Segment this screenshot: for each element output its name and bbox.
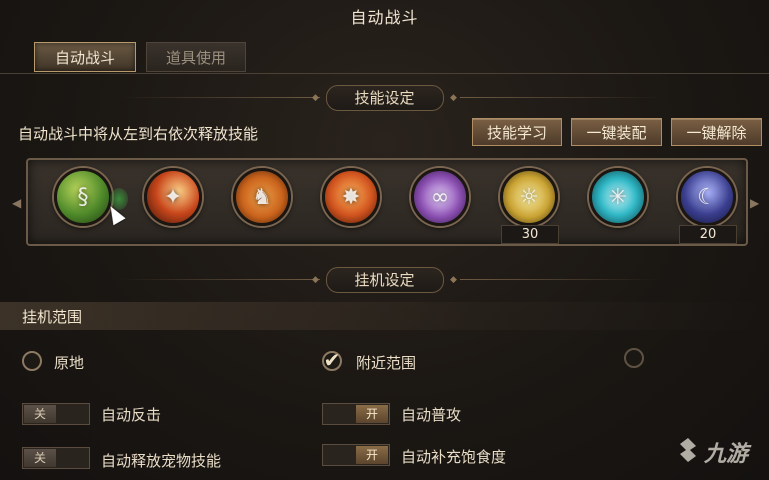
skill-count-badge: 20: [679, 225, 737, 244]
skill-count-badge: 30: [501, 225, 559, 244]
gold-seal-skill-icon: ☼: [519, 184, 539, 210]
fire-slash-skill-icon: ✦: [163, 184, 183, 210]
skill-slot-8[interactable]: ☾: [678, 168, 736, 226]
equip-all-button[interactable]: 一键装配: [571, 118, 662, 146]
toggle-state: 开: [356, 405, 388, 423]
flame-warrior-skill-icon: ♞: [252, 184, 272, 210]
learn-skill-button[interactable]: 技能学习: [472, 118, 562, 146]
skill-slot-4[interactable]: ✸: [322, 168, 380, 226]
skill-slot-6[interactable]: ☼: [500, 168, 558, 226]
auto-food-label: 自动补充饱食度: [401, 448, 507, 466]
toggle-state: 开: [356, 446, 388, 464]
skill-slot-7[interactable]: ✳: [589, 168, 647, 226]
shadow-mage-skill-icon: ☾: [697, 184, 717, 210]
range-stay-label: 原地: [54, 354, 85, 372]
header-line-left: [120, 279, 320, 280]
window-title: 自动战斗: [350, 8, 419, 27]
bar-left-arrow-icon: ◀: [12, 196, 22, 210]
auto-counter-toggle[interactable]: 关: [22, 403, 90, 425]
idle-section-header: ◆ 挂机设定 ◆: [0, 267, 769, 293]
header-line-right: [460, 279, 660, 280]
auto-attack-toggle[interactable]: 开: [322, 403, 390, 425]
ornament-icon: ◆: [312, 275, 319, 285]
skill-slot-2[interactable]: ✦: [144, 168, 202, 226]
tab-item-usage[interactable]: 道具使用: [146, 42, 246, 72]
checkmark-icon: ✔: [323, 348, 341, 372]
chain-magic-skill-icon: ∞: [430, 184, 450, 210]
fire-burst-skill-icon: ✸: [341, 184, 361, 210]
idle-range-title-bar: 挂机范围: [0, 302, 769, 330]
auto-attack-label: 自动普攻: [401, 406, 462, 424]
skill-section-header: ◆ 技能设定 ◆: [0, 85, 769, 111]
tab-divider: [0, 73, 769, 74]
skill-section-title: 技能设定: [325, 85, 444, 111]
idle-section-title: 挂机设定: [325, 267, 444, 293]
skill-slot-5[interactable]: ∞: [411, 168, 469, 226]
range-third-radio[interactable]: [624, 348, 644, 368]
auto-pet-skill-toggle[interactable]: 关: [22, 447, 90, 469]
toggle-state: 关: [24, 449, 56, 467]
ornament-icon: ◆: [450, 275, 457, 285]
header-line-left: [120, 97, 320, 98]
watermark-text: 九游: [704, 442, 749, 467]
skill-slot-3[interactable]: ♞: [233, 168, 291, 226]
ornament-icon: ◆: [312, 93, 319, 103]
tab-auto-battle[interactable]: 自动战斗: [34, 42, 136, 72]
auto-counter-label: 自动反击: [101, 406, 162, 424]
header-line-right: [460, 97, 660, 98]
auto-pet-skill-label: 自动释放宠物技能: [101, 452, 222, 470]
unequip-all-button[interactable]: 一键解除: [671, 118, 762, 146]
ornament-icon: ◆: [450, 93, 457, 103]
auto-food-toggle[interactable]: 开: [322, 444, 390, 466]
jiuyou-logo-icon: [680, 438, 696, 462]
skill-slot-1[interactable]: §: [54, 168, 112, 226]
skill-order-description: 自动战斗中将从左到右依次释放技能: [18, 125, 259, 143]
serpent-skill-icon: §: [77, 184, 89, 210]
toggle-state: 关: [24, 405, 56, 423]
bar-right-arrow-icon: ▶: [750, 196, 760, 210]
idle-range-title: 挂机范围: [22, 308, 83, 326]
range-nearby-label: 附近范围: [356, 354, 417, 372]
frost-star-skill-icon: ✳: [608, 184, 628, 210]
range-stay-radio[interactable]: [22, 351, 42, 371]
